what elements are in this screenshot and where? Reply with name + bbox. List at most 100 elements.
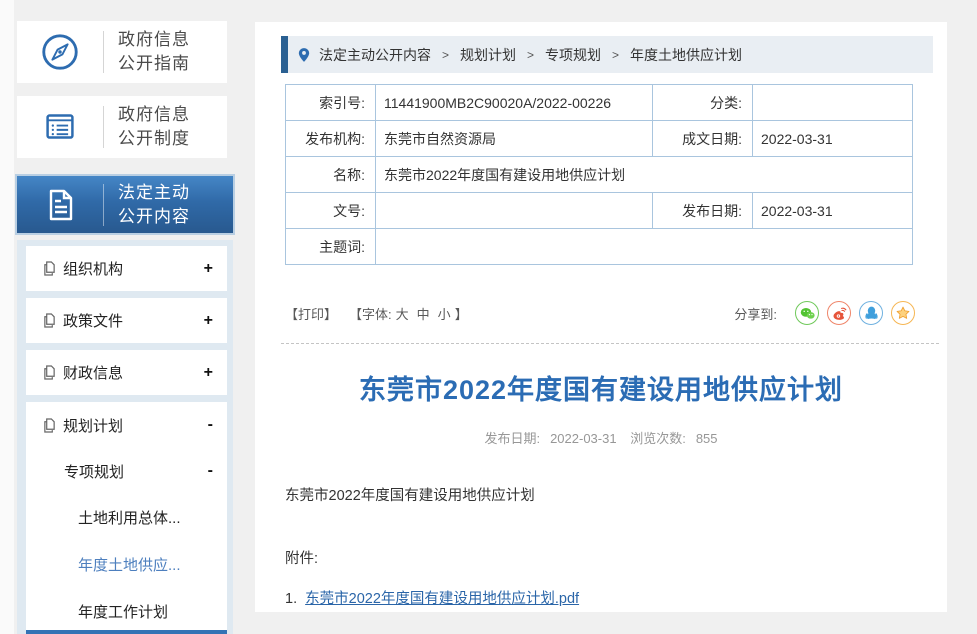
sidebar-item-special-planning[interactable]: 专项规划 - bbox=[26, 448, 227, 494]
font-size-large-button[interactable]: 大 bbox=[396, 304, 409, 323]
label-line2: 公开指南 bbox=[118, 54, 190, 73]
table-row: 名称: 东莞市2022年度国有建设用地供应计划 bbox=[286, 157, 913, 193]
collapse-toggle[interactable]: - bbox=[208, 462, 213, 480]
divider bbox=[103, 31, 104, 73]
table-row: 发布机构: 东莞市自然资源局 成文日期: 2022-03-31 bbox=[286, 121, 913, 157]
toolbar-left: 【打印】 【字体: 大 中 小 】 bbox=[285, 304, 468, 323]
breadcrumb: 法定主动公开内容 > 规划计划 > 专项规划 > 年度土地供应计划 bbox=[281, 36, 933, 73]
sidebar-item-info-disclosure-guide[interactable]: 政府信息 公开指南 bbox=[17, 21, 227, 83]
breadcrumb-link-special-planning[interactable]: 专项规划 bbox=[545, 45, 601, 65]
name-label: 名称: bbox=[286, 157, 376, 193]
written-date-label: 成文日期: bbox=[653, 121, 753, 157]
sidebar-item-label: 政府信息 公开制度 bbox=[118, 103, 190, 151]
publisher-label: 发布机构: bbox=[286, 121, 376, 157]
sidebar-item-financial-info[interactable]: 财政信息 + bbox=[26, 350, 227, 395]
label-line1: 法定主动 bbox=[118, 183, 190, 202]
publish-date-label: 发布日期: bbox=[484, 431, 540, 446]
page-title: 东莞市2022年度国有建设用地供应计划 bbox=[275, 368, 927, 407]
location-pin-icon bbox=[298, 47, 310, 63]
dashed-divider bbox=[281, 343, 939, 344]
divider bbox=[103, 184, 104, 226]
font-size-suffix: 】 bbox=[455, 304, 468, 323]
divider bbox=[103, 106, 104, 148]
page-icon bbox=[43, 365, 56, 380]
attachment-pdf-link[interactable]: 东莞市2022年度国有建设用地供应计划.pdf bbox=[305, 591, 579, 607]
sidebar-item-label: 法定主动 公开内容 bbox=[118, 181, 190, 229]
submenu-item-label: 年度工作计划 bbox=[78, 601, 168, 622]
breadcrumb-separator: > bbox=[442, 48, 449, 62]
sidebar-item-planning[interactable]: 规划计划 - bbox=[26, 402, 227, 448]
left-edge-strip bbox=[0, 0, 14, 634]
sidebar-item-land-use-master-plan[interactable]: 土地利用总体... bbox=[26, 494, 227, 541]
sidebar-item-policy-documents[interactable]: 政策文件 + bbox=[26, 298, 227, 343]
menu-item-label: 组织机构 bbox=[63, 258, 123, 279]
index-number-label: 索引号: bbox=[286, 85, 376, 121]
table-row: 文号: 发布日期: 2022-03-31 bbox=[286, 193, 913, 229]
doc-number-label: 文号: bbox=[286, 193, 376, 229]
views-count: 855 bbox=[696, 431, 718, 446]
qq-share-icon[interactable] bbox=[859, 301, 883, 325]
favorite-star-icon[interactable] bbox=[891, 301, 915, 325]
category-value bbox=[753, 85, 913, 121]
submenu-item-label: 年度土地供应... bbox=[78, 554, 181, 575]
expand-toggle[interactable]: + bbox=[204, 364, 213, 382]
category-label: 分类: bbox=[653, 85, 753, 121]
index-number-value: 11441900MB2C90020A/2022-00226 bbox=[376, 85, 653, 121]
article-body-text: 东莞市2022年度国有建设用地供应计划 bbox=[285, 484, 917, 505]
collapse-toggle[interactable]: - bbox=[208, 416, 213, 434]
wechat-share-icon[interactable] bbox=[795, 301, 819, 325]
share-bar: 分享到: bbox=[734, 301, 915, 325]
sidebar-item-info-disclosure-system[interactable]: 政府信息 公开制度 bbox=[17, 96, 227, 158]
menu-item-label: 政策文件 bbox=[63, 310, 123, 331]
publish-date-value: 2022-03-31 bbox=[753, 193, 913, 229]
attachment-list-item: 1. 东莞市2022年度国有建设用地供应计划.pdf bbox=[285, 587, 917, 608]
submenu-item-label: 专项规划 bbox=[64, 461, 124, 482]
group-bottom-bar bbox=[26, 630, 227, 634]
label-line1: 政府信息 bbox=[118, 30, 190, 49]
name-value: 东莞市2022年度国有建设用地供应计划 bbox=[376, 157, 913, 193]
compass-icon bbox=[17, 31, 103, 73]
sidebar-group-planning: 规划计划 - 专项规划 - 土地利用总体... 年度土地供应... 年度工作计划 bbox=[26, 402, 227, 634]
menu-item-label: 规划计划 bbox=[63, 415, 123, 436]
sidebar-item-legal-active-disclosure[interactable]: 法定主动 公开内容 bbox=[15, 174, 235, 235]
sidebar-item-annual-work-plan[interactable]: 年度工作计划 bbox=[26, 588, 227, 634]
page-icon bbox=[43, 418, 56, 433]
label-line1: 政府信息 bbox=[118, 105, 190, 124]
article-meta: 发布日期:2022-03-31 浏览次数:855 bbox=[255, 428, 947, 447]
breadcrumb-link-planning[interactable]: 规划计划 bbox=[460, 45, 516, 65]
sidebar-item-organization[interactable]: 组织机构 + bbox=[26, 246, 227, 291]
print-button[interactable]: 【打印】 bbox=[285, 304, 337, 323]
document-icon bbox=[17, 183, 103, 227]
breadcrumb-separator: > bbox=[527, 48, 534, 62]
publish-date-label: 发布日期: bbox=[653, 193, 753, 229]
breadcrumb-separator: > bbox=[612, 48, 619, 62]
page-icon bbox=[43, 313, 56, 328]
attachment-index: 1. bbox=[285, 591, 297, 607]
written-date-value: 2022-03-31 bbox=[753, 121, 913, 157]
views-label: 浏览次数: bbox=[630, 431, 686, 446]
label-line2: 公开内容 bbox=[118, 207, 190, 226]
font-size-small-button[interactable]: 小 bbox=[438, 304, 451, 323]
expand-toggle[interactable]: + bbox=[204, 260, 213, 278]
page-icon bbox=[43, 261, 56, 276]
sidebar-item-label: 政府信息 公开指南 bbox=[118, 28, 190, 76]
font-size-medium-button[interactable]: 中 bbox=[417, 304, 430, 323]
breadcrumb-link-legal-disclosure[interactable]: 法定主动公开内容 bbox=[319, 45, 431, 65]
breadcrumb-link-annual-land-supply[interactable]: 年度土地供应计划 bbox=[630, 45, 742, 65]
expand-toggle[interactable]: + bbox=[204, 312, 213, 330]
table-row: 主题词: bbox=[286, 229, 913, 265]
font-size-prefix: 【字体: bbox=[349, 304, 392, 323]
doc-number-value bbox=[376, 193, 653, 229]
sidebar-item-annual-land-supply[interactable]: 年度土地供应... bbox=[26, 541, 227, 588]
main-content-panel: 法定主动公开内容 > 规划计划 > 专项规划 > 年度土地供应计划 索引号: 1… bbox=[255, 22, 947, 612]
submenu-item-label: 土地利用总体... bbox=[78, 507, 181, 528]
document-info-table: 索引号: 11441900MB2C90020A/2022-00226 分类: 发… bbox=[285, 84, 913, 265]
label-line2: 公开制度 bbox=[118, 129, 190, 148]
rules-book-icon bbox=[17, 106, 103, 148]
weibo-share-icon[interactable] bbox=[827, 301, 851, 325]
toolbar: 【打印】 【字体: 大 中 小 】 分享到: bbox=[285, 301, 915, 325]
share-label: 分享到: bbox=[734, 304, 777, 323]
page: 政府信息 公开指南 政府信息 公开制度 bbox=[0, 0, 977, 634]
publisher-value: 东莞市自然资源局 bbox=[376, 121, 653, 157]
keywords-value bbox=[376, 229, 913, 265]
